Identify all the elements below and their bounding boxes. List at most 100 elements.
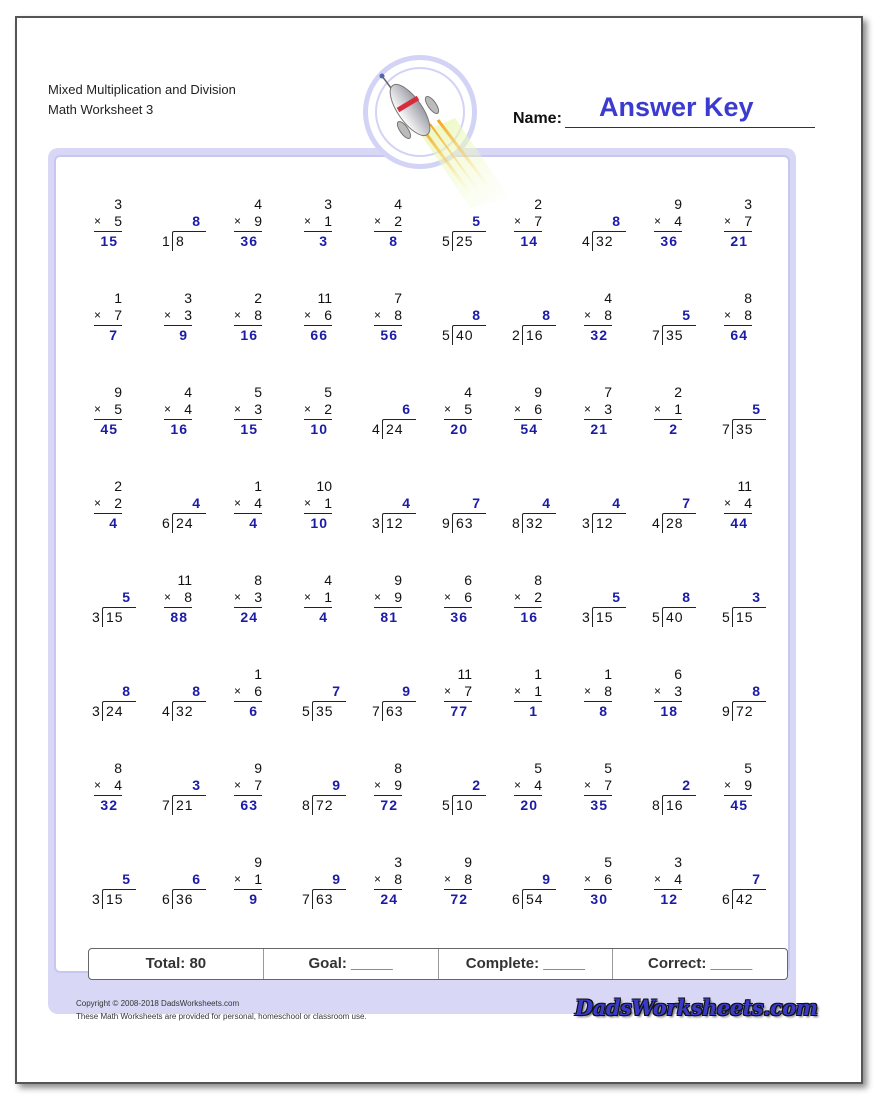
division-problem: 4 3 12 (352, 462, 422, 542)
multiplier: 7 (534, 213, 542, 229)
divisor: 5 (442, 327, 450, 343)
multiplier-line: × 1 (234, 871, 262, 888)
multiplier: 6 (324, 307, 332, 323)
multiplier: 4 (674, 213, 682, 229)
multiplication-problem: 9 × 4 36 (632, 180, 702, 260)
correct-field[interactable]: Correct: _____ (613, 949, 787, 979)
multiplier-line: × 6 (304, 307, 332, 324)
long-division: 8 9 72 (722, 683, 772, 723)
division-problem: 8 5 40 (422, 274, 492, 354)
times-sign-icon: × (724, 778, 732, 792)
multiplication-stack: 2 × 8 16 (234, 290, 262, 344)
product-answer: 15 (100, 233, 118, 249)
multiplicand: 8 (534, 572, 542, 588)
name-underline (565, 127, 815, 128)
times-sign-icon: × (304, 214, 312, 228)
multiplier-line: × 8 (584, 307, 612, 324)
long-division: 7 9 63 (442, 495, 492, 535)
multiplication-problem: 5 × 7 35 (562, 744, 632, 824)
multiplier: 2 (324, 401, 332, 417)
multiplicand: 5 (254, 384, 262, 400)
product-answer: 54 (520, 421, 538, 437)
dividend: 25 (452, 231, 486, 251)
problem-row: 3 × 5 15 8 1 8 4 × 9 36 3 × 1 3 4 × 2 8 5 5 25 2 × 7 14 8 4 32 9 × 4 36 3… (72, 180, 772, 260)
multiplier: 5 (464, 401, 472, 417)
multiplicand: 2 (114, 478, 122, 494)
multiplier-line: × 8 (724, 307, 752, 324)
multiplier-line: × 1 (304, 213, 332, 230)
complete-field[interactable]: Complete: _____ (439, 949, 614, 979)
times-sign-icon: × (374, 308, 382, 322)
dividend: 40 (662, 607, 696, 627)
multiplier: 9 (394, 589, 402, 605)
dadsworksheets-logo: DadsWorksheets.com (575, 995, 818, 1020)
problem-row: 1 × 7 7 3 × 3 9 2 × 8 16 11 × 6 66 7 × 8 56 8 5 40 8 2 16 4 × 8 32 5 7 3… (72, 274, 772, 354)
multiplication-problem: 9 × 1 9 (212, 838, 282, 918)
divisor: 6 (512, 891, 520, 907)
multiplication-stack: 3 × 3 9 (164, 290, 192, 344)
dividend: 21 (172, 795, 206, 815)
long-division: 7 5 35 (302, 683, 352, 723)
product-answer: 32 (590, 327, 608, 343)
product-answer: 10 (310, 421, 328, 437)
long-division: 4 3 12 (372, 495, 422, 535)
product-answer: 18 (660, 703, 678, 719)
times-sign-icon: × (584, 778, 592, 792)
goal-field[interactable]: Goal: _____ (264, 949, 439, 979)
multiplication-problem: 4 × 8 32 (562, 274, 632, 354)
multiplier-line: × 1 (304, 495, 332, 512)
quotient-answer: 5 (472, 213, 480, 229)
product-answer: 77 (450, 703, 468, 719)
divisor: 8 (652, 797, 660, 813)
multiplier-line: × 4 (724, 495, 752, 512)
multiplicand: 3 (674, 854, 682, 870)
multiplication-problem: 9 × 9 81 (352, 556, 422, 636)
problem-row: 2 × 2 4 4 6 24 1 × 4 4 10 × 1 10 4 3 12 7 9 63 4 8 32 4 3 12 7 4 28 11… (72, 462, 772, 542)
quotient-answer: 4 (402, 495, 410, 511)
multiplier: 3 (604, 401, 612, 417)
multiplier: 4 (254, 495, 262, 511)
multiplication-stack: 4 × 2 8 (374, 196, 402, 250)
multiplier: 4 (114, 777, 122, 793)
multiplication-stack: 11 × 4 44 (724, 478, 752, 532)
multiplier: 9 (394, 777, 402, 793)
division-problem: 9 7 63 (282, 838, 352, 918)
times-sign-icon: × (444, 684, 452, 698)
division-problem: 9 8 72 (282, 744, 352, 824)
long-division: 5 7 35 (652, 307, 702, 347)
divisor: 6 (722, 891, 730, 907)
long-division: 7 6 42 (722, 871, 772, 911)
multiplier: 8 (394, 307, 402, 323)
multiplier-line: × 2 (514, 589, 542, 606)
times-sign-icon: × (94, 308, 102, 322)
divisor: 3 (92, 891, 100, 907)
product-answer: 30 (590, 891, 608, 907)
long-division: 6 6 36 (162, 871, 212, 911)
multiplication-problem: 9 × 7 63 (212, 744, 282, 824)
name-field[interactable]: Name: Answer Key (513, 86, 833, 128)
multiplication-problem: 8 × 9 72 (352, 744, 422, 824)
divisor: 6 (162, 891, 170, 907)
multiplicand: 5 (324, 384, 332, 400)
divisor: 6 (162, 515, 170, 531)
quotient-answer: 7 (752, 871, 760, 887)
multiplication-stack: 8 × 4 32 (94, 760, 122, 814)
division-problem: 4 3 12 (562, 462, 632, 542)
divisor: 5 (302, 703, 310, 719)
division-problem: 5 3 15 (562, 556, 632, 636)
multiplication-problem: 5 × 2 10 (282, 368, 352, 448)
multiplier: 6 (534, 401, 542, 417)
multiplication-stack: 8 × 2 16 (514, 572, 542, 626)
multiplicand: 2 (534, 196, 542, 212)
multiplicand: 9 (534, 384, 542, 400)
multiplication-stack: 5 × 9 45 (724, 760, 752, 814)
quotient-answer: 8 (542, 307, 550, 323)
multiplier: 7 (744, 213, 752, 229)
problem-row: 8 × 4 32 3 7 21 9 × 7 63 9 8 72 8 × 9 72 2 5 10 5 × 4 20 5 × 7 35 2 8 1… (72, 744, 772, 824)
multiplier-line: × 7 (444, 683, 472, 700)
long-division: 9 6 54 (512, 871, 562, 911)
multiplier: 8 (464, 871, 472, 887)
times-sign-icon: × (304, 402, 312, 416)
multiplication-problem: 2 × 7 14 (492, 180, 562, 260)
multiplicand: 10 (316, 478, 332, 494)
